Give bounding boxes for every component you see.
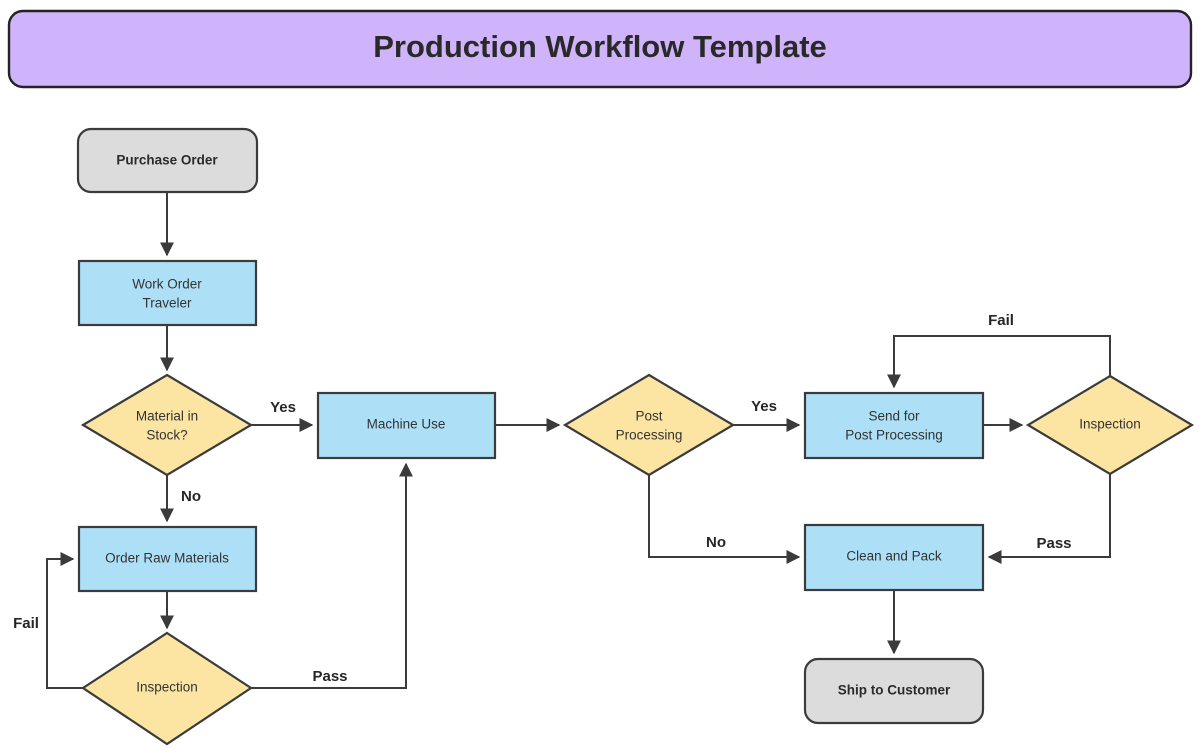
node-clean-and-pack[interactable]: Clean and Pack bbox=[803, 523, 985, 592]
node-post-processing-label-line1: Post bbox=[635, 409, 662, 424]
node-post-processing[interactable]: Post Processing bbox=[562, 373, 736, 477]
edge-label-layer: Yes No Fail Pass Yes No Fail Pass bbox=[13, 312, 1071, 685]
edge-label-no-post-processing: No bbox=[706, 534, 726, 551]
node-send-for-post-processing-shape[interactable] bbox=[803, 391, 985, 460]
node-machine-use[interactable]: Machine Use bbox=[316, 391, 497, 460]
node-machine-use-label: Machine Use bbox=[367, 417, 446, 432]
node-send-for-post-processing-label-line1: Send for bbox=[868, 409, 920, 424]
node-inspection-right-label: Inspection bbox=[1079, 417, 1141, 432]
node-material-in-stock-label-line2: Stock? bbox=[146, 428, 187, 443]
title-banner: Production Workflow Template bbox=[7, 9, 1193, 89]
node-work-order-traveler[interactable]: Work Order Traveler bbox=[77, 259, 258, 327]
node-material-in-stock-shape[interactable] bbox=[80, 373, 254, 477]
page-title: Production Workflow Template bbox=[373, 29, 827, 64]
edge-inspection-right-fail-to-send-for-post-processing bbox=[887, 335, 1111, 389]
node-purchase-order-label: Purchase Order bbox=[116, 153, 218, 168]
edge-label-pass-right: Pass bbox=[1036, 535, 1071, 552]
edge-inspection-left-pass-to-machine-use bbox=[251, 462, 413, 689]
flowchart-canvas: Production Workflow Template Yes No Fail… bbox=[7, 9, 1195, 746]
edge-label-pass-left: Pass bbox=[312, 668, 347, 685]
node-work-order-traveler-shape[interactable] bbox=[77, 259, 258, 327]
edge-label-fail-right: Fail bbox=[988, 312, 1014, 329]
node-order-raw-materials[interactable]: Order Raw Materials bbox=[77, 525, 258, 593]
edge-label-yes-post-processing: Yes bbox=[751, 398, 777, 415]
edge-label-fail-left: Fail bbox=[13, 615, 39, 632]
node-work-order-traveler-label-line2: Traveler bbox=[142, 296, 192, 311]
edge-label-yes-material: Yes bbox=[270, 399, 296, 416]
node-inspection-left-label: Inspection bbox=[136, 680, 198, 695]
edge-inspection-left-fail-to-order-raw-materials bbox=[46, 552, 83, 689]
node-material-in-stock-label-line1: Material in bbox=[136, 409, 198, 424]
node-ship-to-customer-label: Ship to Customer bbox=[838, 683, 951, 698]
node-send-for-post-processing[interactable]: Send for Post Processing bbox=[803, 391, 985, 460]
edge-label-no-material: No bbox=[181, 488, 201, 505]
node-material-in-stock[interactable]: Material in Stock? bbox=[80, 373, 254, 477]
node-purchase-order[interactable]: Purchase Order bbox=[76, 127, 259, 194]
node-clean-and-pack-label: Clean and Pack bbox=[846, 549, 942, 564]
node-send-for-post-processing-label-line2: Post Processing bbox=[845, 428, 943, 443]
node-inspection-right[interactable]: Inspection bbox=[1025, 374, 1195, 476]
node-work-order-traveler-label-line1: Work Order bbox=[132, 277, 202, 292]
node-post-processing-shape[interactable] bbox=[562, 373, 736, 477]
node-ship-to-customer[interactable]: Ship to Customer bbox=[803, 657, 985, 725]
node-order-raw-materials-label: Order Raw Materials bbox=[105, 551, 229, 566]
node-inspection-left[interactable]: Inspection bbox=[81, 631, 253, 746]
node-layer: Purchase Order Work Order Traveler Mater… bbox=[76, 127, 1195, 746]
node-post-processing-label-line2: Processing bbox=[616, 428, 683, 443]
